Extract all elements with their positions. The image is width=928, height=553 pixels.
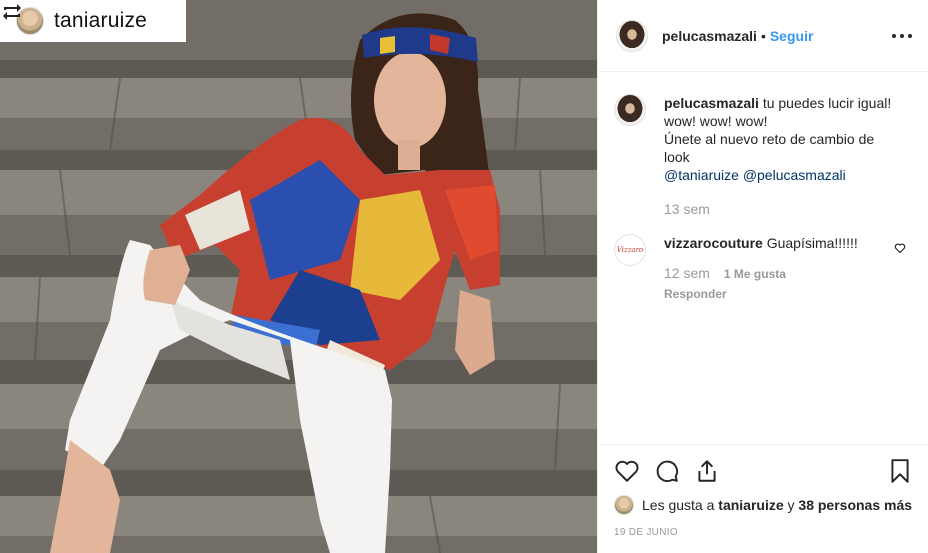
comment-icon[interactable] [654,458,680,484]
post-header: pelucasmazali • Seguir [598,0,928,72]
reply-button[interactable]: Responder [664,285,896,303]
heart-icon[interactable] [614,458,640,484]
liker-username[interactable]: taniaruize [718,497,783,513]
likes-text: Les gusta a taniaruize y 38 personas más [642,497,912,513]
likes-row: Les gusta a taniaruize y 38 personas más [614,495,913,515]
caption-time[interactable]: 13 sem [664,200,896,218]
likes-prefix: Les gusta a [642,497,715,513]
share-icon[interactable] [694,458,720,484]
caption: pelucasmazali tu puedes lucir igual! wow… [614,94,912,218]
photo-illustration [0,0,597,553]
more-options-icon[interactable] [892,26,912,46]
likes-middle: y [787,497,795,513]
comment-item: Vizzaro vizzarocouture Guapísima!!!!!! 1… [614,234,912,303]
caption-avatar[interactable] [614,94,646,126]
commenter-avatar[interactable]: Vizzaro [614,234,646,266]
comment-text: Guapísima!!!!!! [766,235,858,251]
commenter-username[interactable]: vizzarocouture [664,235,763,251]
bookmark-icon[interactable] [887,458,913,484]
mention-link[interactable]: @pelucasmazali [743,167,846,183]
action-bar [614,457,913,485]
author-avatar[interactable] [616,19,648,52]
post-panel: pelucasmazali • Seguir pelucasmazali tu … [597,0,928,553]
author-username[interactable]: pelucasmazali [662,28,757,44]
caption-body: pelucasmazali tu puedes lucir igual! wow… [664,94,896,218]
mention-link[interactable]: @taniaruize [664,167,739,183]
post-date[interactable]: 19 DE JUNIO [614,527,913,538]
liker-avatar[interactable] [614,495,634,515]
caption-username[interactable]: pelucasmazali [664,95,759,111]
follow-button[interactable]: Seguir [770,28,814,44]
post-photo[interactable]: taniaruize [0,0,597,553]
repost-badge[interactable]: taniaruize [0,0,186,42]
commenter-avatar-logo: Vizzaro [616,246,644,254]
repost-username[interactable]: taniaruize [54,9,147,33]
comment-body: vizzarocouture Guapísima!!!!!! 12 sem 1 … [664,234,896,303]
comment-like-heart-icon[interactable] [894,242,906,254]
comment-likes[interactable]: 1 Me gusta [724,265,786,283]
comment-time[interactable]: 12 sem [664,264,710,282]
likes-count[interactable]: 38 personas más [798,497,912,513]
caption-text-line2: Únete al nuevo reto de cambio de look [664,131,875,165]
header-separator: • [760,27,766,44]
repost-icon [3,4,21,20]
actions-area: Les gusta a taniaruize y 38 personas más… [598,444,928,553]
comment-meta: 12 sem 1 Me gusta [664,264,896,283]
comments-section: pelucasmazali tu puedes lucir igual! wow… [598,72,928,444]
